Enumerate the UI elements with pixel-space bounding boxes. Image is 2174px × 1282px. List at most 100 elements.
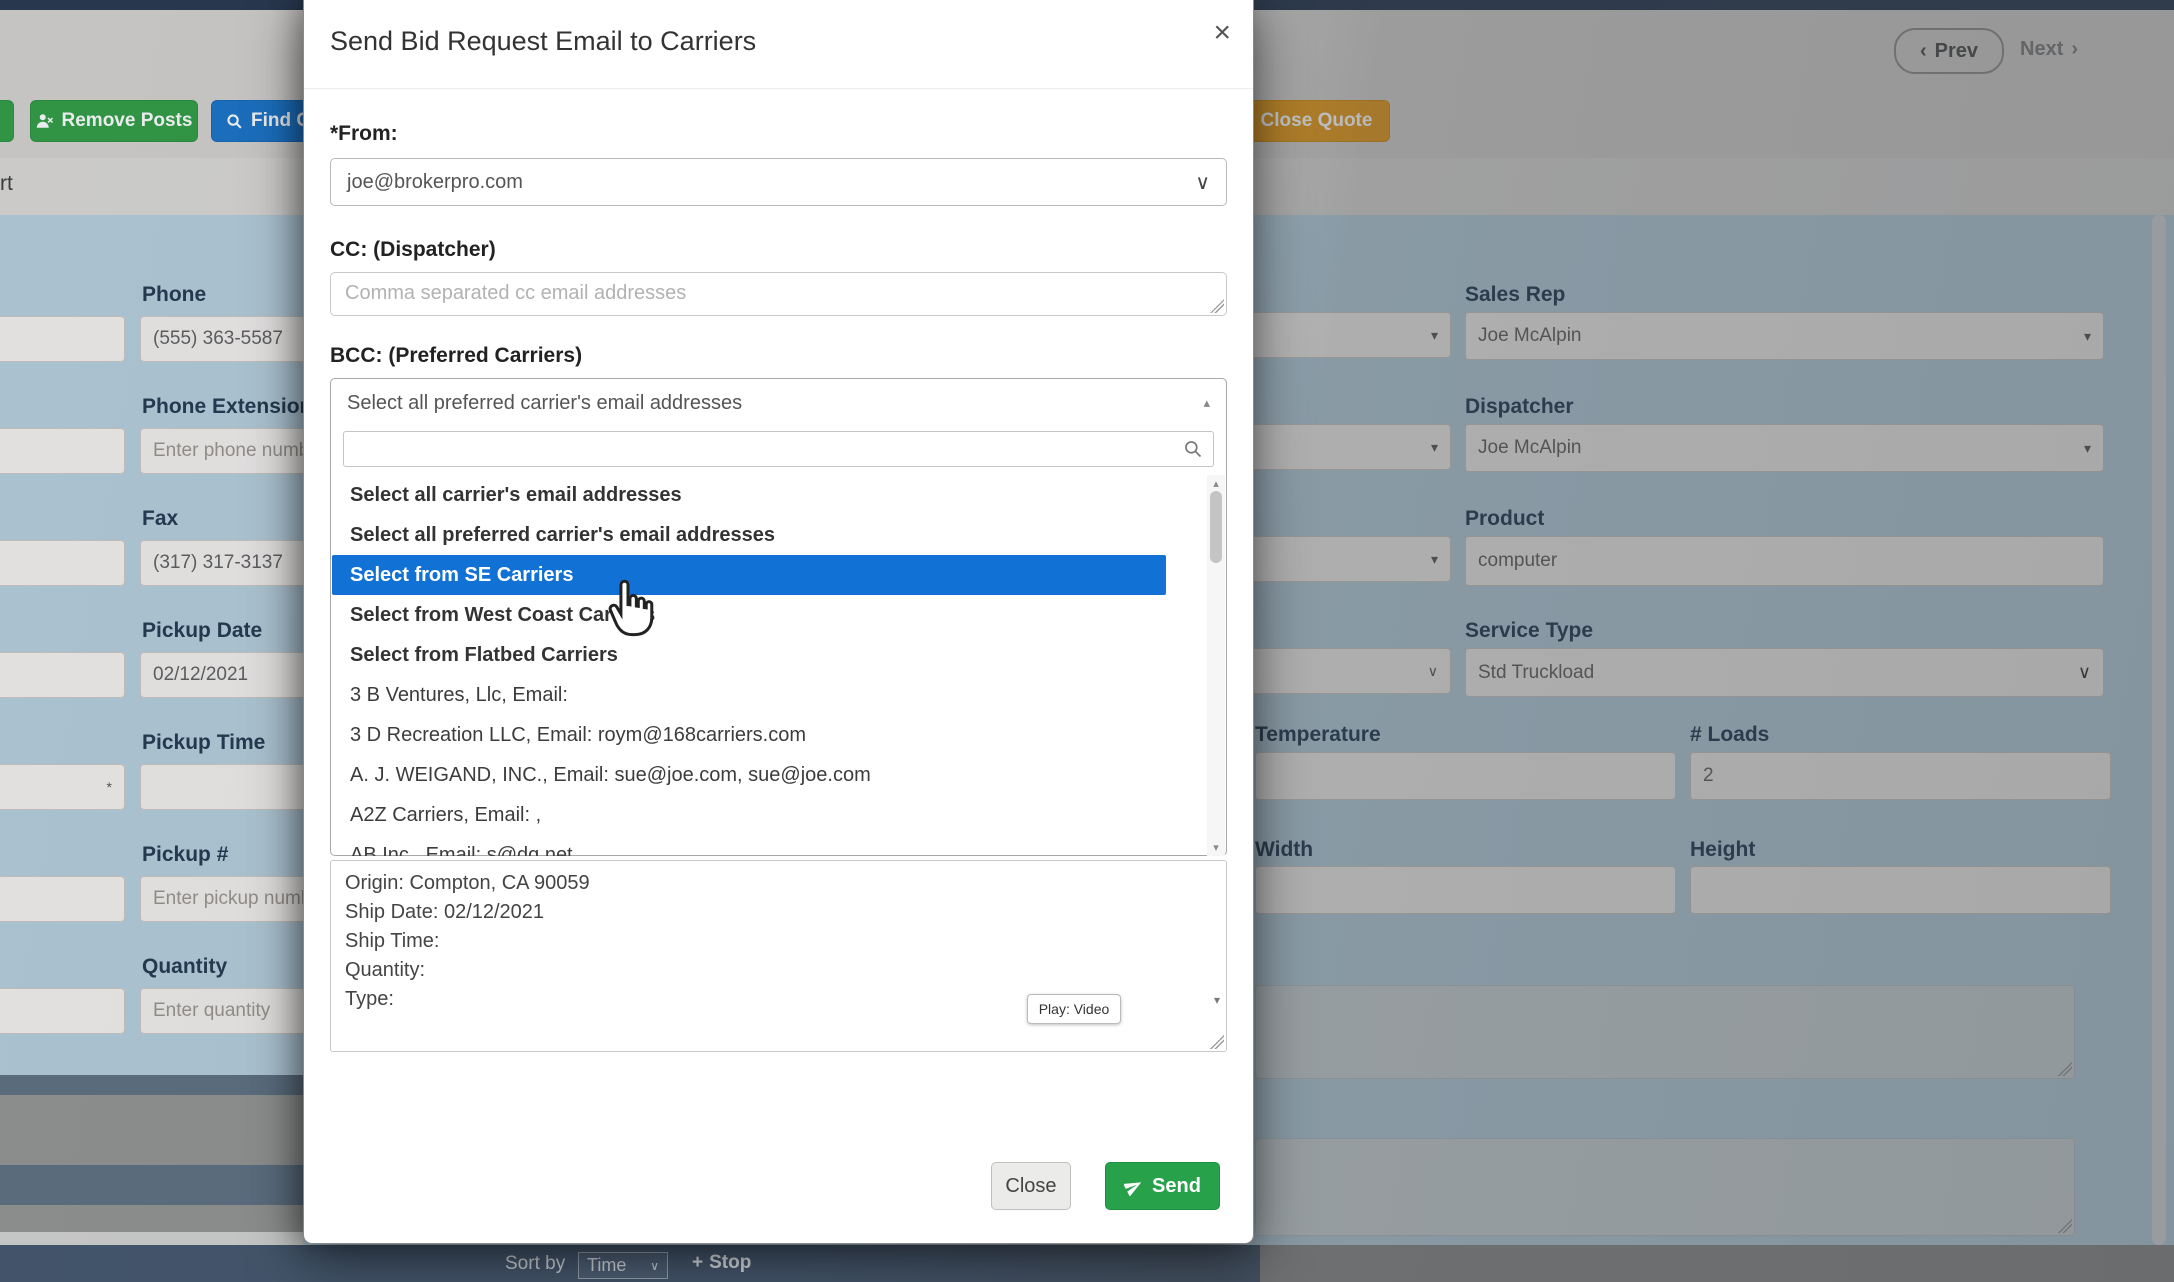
field-label-phone-extension: Phone Extension [142,395,304,419]
table-row[interactable] [0,1095,303,1165]
cut-left-button[interactable] [0,100,14,142]
field-label-quantity: Quantity [142,955,302,979]
screen: Remove Posts Find Carriers Close Quote r… [0,0,2174,1282]
bcc-option[interactable]: A2Z Carriers, Email: , [332,795,1202,835]
chevron-down-icon: ▾ [1431,327,1438,344]
left-edge-input[interactable] [0,988,125,1034]
left-edge-input[interactable] [0,428,125,474]
prev-label: Prev [1935,40,1978,63]
header-divider [304,88,1253,89]
next-label: Next [2020,38,2063,61]
left-edge-input[interactable] [0,652,125,698]
email-body-textarea[interactable]: Origin: Compton, CA 90059 Ship Date: 02/… [330,860,1227,1052]
field-label-loads: # Loads [1690,723,1769,747]
page-scrollbar[interactable] [2152,215,2166,1245]
bcc-option[interactable]: 3 B Ventures, Llc, Email: [332,675,1202,715]
stop-button[interactable]: +Stop [692,1252,751,1274]
play-video-chip[interactable]: Play: Video [1027,994,1121,1024]
modal-title: Send Bid Request Email to Carriers [330,26,756,57]
scroll-down-icon[interactable]: ▾ [1207,841,1225,854]
asterisk-marker-icon: * [107,779,112,795]
bcc-option[interactable]: Select all carrier's email addresses [332,475,1202,515]
resize-handle-icon[interactable] [2058,1062,2072,1076]
bcc-selected-value[interactable]: Select all preferred carrier's email add… [331,379,1226,427]
bcc-option-selected[interactable]: Select from SE Carriers [332,555,1166,595]
send-button[interactable]: Send [1105,1162,1220,1210]
height-input[interactable] [1690,866,2111,914]
fax-input[interactable]: (317) 317-3137 [140,540,326,586]
cc-placeholder: Comma separated cc email addresses [331,273,1226,314]
chevron-left-icon: ‹ [1920,40,1927,63]
search-icon [226,113,243,130]
notes-textarea[interactable] [1255,985,2075,1079]
sort-by-label: Sort by [505,1253,565,1275]
cc-textarea[interactable]: Comma separated cc email addresses [330,272,1227,316]
chevron-down-icon: ∨ [1428,663,1438,680]
send-icon [1124,1177,1143,1196]
left-edge-input[interactable] [0,540,125,586]
service-type-select[interactable]: Std Truckload ∨ [1465,648,2104,697]
field-label-product: Product [1465,507,1544,531]
resize-handle-icon[interactable] [2058,1219,2072,1233]
dispatcher-select[interactable]: Joe McAlpin ▾ [1465,424,2104,472]
chevron-down-icon: ▾ [2084,440,2091,457]
sales-rep-select[interactable]: Joe McAlpin ▾ [1465,312,2104,360]
table-row[interactable] [0,1205,303,1232]
chevron-down-icon: ∨ [2078,662,2091,683]
field-label-pickup-time: Pickup Time [142,731,302,755]
left-edge-input[interactable]: * [0,764,125,810]
pickup-number-input[interactable]: Enter pickup number [140,876,326,922]
bcc-option[interactable]: AB Inc., Email: s@dq.net [332,835,1202,856]
from-select[interactable]: joe@brokerpro.com ∨ [330,158,1227,206]
sort-by-select[interactable]: Time ∨ [578,1252,668,1279]
pickup-time-input[interactable] [140,764,326,810]
search-icon [1183,439,1203,459]
resize-handle-icon[interactable] [1210,1035,1224,1049]
phone-input[interactable]: (555) 363-5587 [140,316,326,362]
loads-input[interactable]: 2 [1690,752,2111,800]
close-quote-button[interactable]: Close Quote [1243,100,1390,142]
list-scrollbar[interactable]: ▴ ▾ [1207,475,1225,856]
partial-text: rt [0,172,13,196]
bcc-option[interactable]: Select all preferred carrier's email add… [332,515,1202,555]
field-label-pickup-number: Pickup # [142,843,302,867]
field-label-dispatcher: Dispatcher [1465,395,1574,419]
close-button[interactable]: Close [991,1162,1071,1210]
bcc-option[interactable]: A. J. WEIGAND, INC., Email: sue@joe.com,… [332,755,1202,795]
field-label-service-type: Service Type [1465,619,1593,643]
field-label-fax: Fax [142,507,302,531]
chevron-down-icon: ∨ [1195,170,1210,195]
scroll-up-icon[interactable]: ▴ [1207,477,1225,490]
bcc-search-input[interactable] [343,431,1214,467]
bcc-option[interactable]: Select from Flatbed Carriers [332,635,1202,675]
chevron-down-icon: ▾ [1431,551,1438,568]
field-label-sales-rep: Sales Rep [1465,283,1565,307]
chevron-down-icon: ∨ [650,1259,659,1273]
from-label: *From: [330,122,398,146]
next-button[interactable]: Next › [2020,38,2078,61]
phone-extension-input[interactable]: Enter phone number [140,428,326,474]
left-edge-input[interactable] [0,316,125,362]
width-input[interactable] [1255,866,1676,914]
left-edge-input[interactable] [0,876,125,922]
scroll-down-icon[interactable]: ▾ [1214,993,1220,1007]
resize-handle-icon[interactable] [1210,299,1224,313]
notes-textarea[interactable] [1255,1138,2075,1236]
chevron-down-icon: ▾ [2084,328,2091,345]
field-label-width: Width [1255,838,1313,862]
send-bid-request-modal: Send Bid Request Email to Carriers × *Fr… [303,0,1254,1244]
close-icon[interactable]: × [1213,18,1231,48]
scrollbar-thumb[interactable] [1210,491,1222,563]
bcc-option[interactable]: Select from West Coast Carriers [332,595,1202,635]
body-line: Ship Date: 02/12/2021 [345,898,1212,927]
quantity-input[interactable]: Enter quantity [140,988,326,1034]
bcc-option[interactable]: 3 D Recreation LLC, Email: roym@168carri… [332,715,1202,755]
field-label-height: Height [1690,838,1755,862]
product-input[interactable]: computer [1465,536,2104,586]
remove-posts-button[interactable]: Remove Posts [30,100,198,142]
field-label-phone: Phone [142,283,302,307]
pickup-date-input[interactable]: 02/12/2021 [140,652,326,698]
body-line: Ship Time: [345,927,1212,956]
temperature-input[interactable] [1255,752,1676,800]
prev-button[interactable]: ‹ Prev [1894,28,2004,74]
